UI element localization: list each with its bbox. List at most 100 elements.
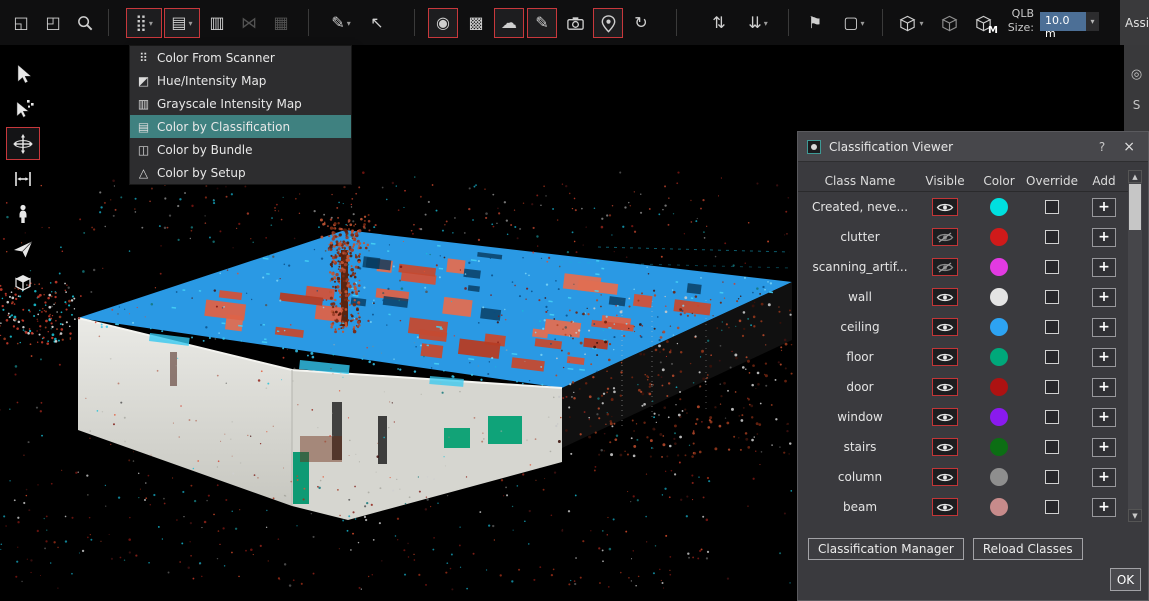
add-class-button[interactable]: + <box>1092 498 1116 517</box>
visibility-toggle[interactable] <box>932 378 958 396</box>
override-checkbox[interactable] <box>1045 200 1059 214</box>
scroll-up-icon[interactable]: ▲ <box>1128 170 1142 183</box>
color-mode-button[interactable]: ▤▾ <box>164 8 200 38</box>
class-color-swatch[interactable] <box>990 498 1008 516</box>
menu-item-hue-intensity-map[interactable]: ◩Hue/Intensity Map <box>130 69 351 92</box>
annotation-pen-button[interactable]: ✎ <box>527 8 557 38</box>
class-color-swatch[interactable] <box>990 318 1008 336</box>
table-header: Class Name Visible Color Override Add <box>798 170 1136 192</box>
class-color-swatch[interactable] <box>990 258 1008 276</box>
classification-manager-button[interactable]: Classification Manager <box>808 538 964 560</box>
override-checkbox[interactable] <box>1045 440 1059 454</box>
assistant-panel-header[interactable]: Assis <box>1120 0 1149 45</box>
visibility-toggle[interactable] <box>932 288 958 306</box>
add-class-button[interactable]: + <box>1092 378 1116 397</box>
menu-item-color-from-scanner[interactable]: ⠿Color From Scanner <box>130 46 351 69</box>
override-checkbox[interactable] <box>1045 260 1059 274</box>
visibility-toggle[interactable] <box>932 318 958 336</box>
class-color-swatch[interactable] <box>990 348 1008 366</box>
add-class-button[interactable]: + <box>1092 438 1116 457</box>
override-checkbox[interactable] <box>1045 290 1059 304</box>
eye-icon <box>936 382 954 393</box>
add-class-button[interactable]: + <box>1092 198 1116 217</box>
add-class-button[interactable]: + <box>1092 318 1116 337</box>
override-checkbox[interactable] <box>1045 320 1059 334</box>
class-color-swatch[interactable] <box>990 378 1008 396</box>
visibility-toggle[interactable] <box>932 468 958 486</box>
close-icon[interactable]: × <box>1119 139 1139 155</box>
color-from-scanner-button[interactable]: ⣿▾ <box>126 8 162 38</box>
class-color-swatch[interactable] <box>990 408 1008 426</box>
reload-classes-button[interactable]: Reload Classes <box>973 538 1083 560</box>
class-color-swatch[interactable] <box>990 288 1008 306</box>
view-cube-alt-button[interactable] <box>934 8 964 38</box>
ok-button[interactable]: OK <box>1110 568 1141 591</box>
visibility-toggle[interactable] <box>932 348 958 366</box>
menu-item-grayscale-intensity-map[interactable]: ▥Grayscale Intensity Map <box>130 92 351 115</box>
visibility-toggle[interactable] <box>932 438 958 456</box>
checkerboard-target-button[interactable]: ▩ <box>461 8 491 38</box>
classification-icon: ▤ <box>130 120 157 134</box>
grayscale-intensity-button[interactable]: ▥ <box>202 8 232 38</box>
qlb-size-select[interactable]: 10.0 m ▾ <box>1040 12 1099 31</box>
assistant-strip-icon[interactable]: ◎ <box>1131 67 1142 82</box>
apply-updates-button[interactable]: ⇊▾ <box>740 8 776 38</box>
pick-point-button[interactable]: ↖ <box>362 8 392 38</box>
override-checkbox[interactable] <box>1045 500 1059 514</box>
camera-button[interactable] <box>560 8 590 38</box>
location-pin-icon <box>599 14 618 33</box>
add-class-button[interactable]: + <box>1092 348 1116 367</box>
visibility-toggle[interactable] <box>932 198 958 216</box>
add-class-button[interactable]: + <box>1092 288 1116 307</box>
smart-select-button[interactable] <box>6 92 40 125</box>
stereo-view-button[interactable]: ⋈ <box>234 8 264 38</box>
help-button[interactable]: ? <box>1093 140 1111 154</box>
cloud-feature-button[interactable]: ☁ <box>494 8 524 38</box>
menu-item-color-by-setup[interactable]: △Color by Setup <box>130 161 351 184</box>
table-scrollbar[interactable]: ▲ ▼ <box>1128 170 1142 522</box>
override-checkbox[interactable] <box>1045 470 1059 484</box>
measure-button[interactable]: ✎▾ <box>322 8 360 38</box>
orbit-tool-button[interactable] <box>6 127 40 160</box>
override-checkbox[interactable] <box>1045 350 1059 364</box>
visibility-toggle[interactable] <box>932 408 958 426</box>
add-class-button[interactable]: + <box>1092 408 1116 427</box>
scroll-down-icon[interactable]: ▼ <box>1128 509 1142 522</box>
duplicate-view-button[interactable]: ◰ <box>38 8 68 38</box>
view-cube-model-button[interactable]: M <box>966 8 1000 38</box>
freehand-rotate-button[interactable]: ↻ <box>626 8 656 38</box>
class-color-swatch[interactable] <box>990 198 1008 216</box>
import-scan-button[interactable]: ◱ <box>6 8 36 38</box>
view-cube-button[interactable]: ▾ <box>892 8 930 38</box>
override-checkbox[interactable] <box>1045 380 1059 394</box>
assistant-strip-label[interactable]: S <box>1133 98 1141 112</box>
class-color-swatch[interactable] <box>990 468 1008 486</box>
scrollbar-thumb[interactable] <box>1129 184 1141 230</box>
fly-mode-button[interactable] <box>6 232 40 265</box>
clipping-box-button[interactable] <box>6 267 40 300</box>
select-cursor-button[interactable] <box>6 57 40 90</box>
add-class-button[interactable]: + <box>1092 468 1116 487</box>
location-pin-button[interactable] <box>593 8 623 38</box>
pano-image-button[interactable]: ▦ <box>266 8 296 38</box>
eye-icon <box>936 412 954 423</box>
add-class-button[interactable]: + <box>1092 258 1116 277</box>
menu-item-color-by-classification[interactable]: ▤Color by Classification <box>130 115 351 138</box>
center-view-button[interactable] <box>6 162 40 195</box>
add-class-button[interactable]: + <box>1092 228 1116 247</box>
walk-mode-button[interactable] <box>6 197 40 230</box>
sphere-target-button[interactable]: ◉ <box>428 8 458 38</box>
visibility-toggle[interactable] <box>932 228 958 246</box>
classification-viewer-titlebar[interactable]: Classification Viewer ? × <box>798 132 1148 162</box>
selection-box-button[interactable]: ▢▾ <box>836 8 872 38</box>
visibility-toggle[interactable] <box>932 258 958 276</box>
surveyor-button[interactable]: ⚑ <box>800 8 830 38</box>
visibility-toggle[interactable] <box>932 498 958 516</box>
override-checkbox[interactable] <box>1045 230 1059 244</box>
override-checkbox[interactable] <box>1045 410 1059 424</box>
align-points-button[interactable]: ⇅ <box>704 8 734 38</box>
class-color-swatch[interactable] <box>990 438 1008 456</box>
zoom-area-button[interactable] <box>70 8 100 38</box>
class-color-swatch[interactable] <box>990 228 1008 246</box>
menu-item-color-by-bundle[interactable]: ◫Color by Bundle <box>130 138 351 161</box>
